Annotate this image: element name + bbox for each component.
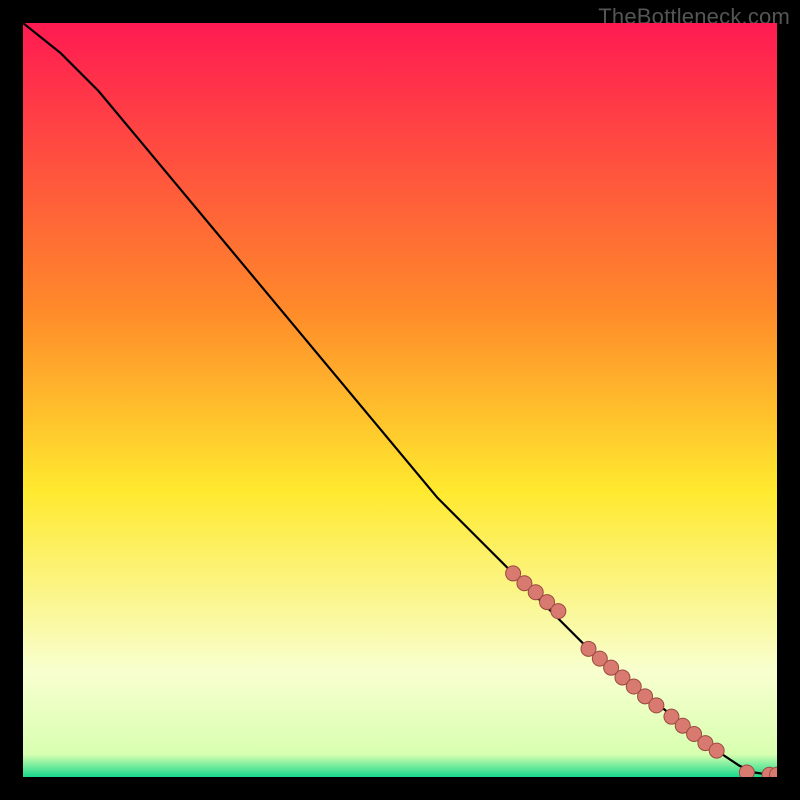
- data-marker: [739, 765, 754, 777]
- data-marker: [709, 743, 724, 758]
- chart-svg: [23, 23, 777, 777]
- data-marker: [649, 698, 664, 713]
- chart-frame: TheBottleneck.com: [0, 0, 800, 800]
- data-marker: [551, 604, 566, 619]
- plot-area: [23, 23, 777, 777]
